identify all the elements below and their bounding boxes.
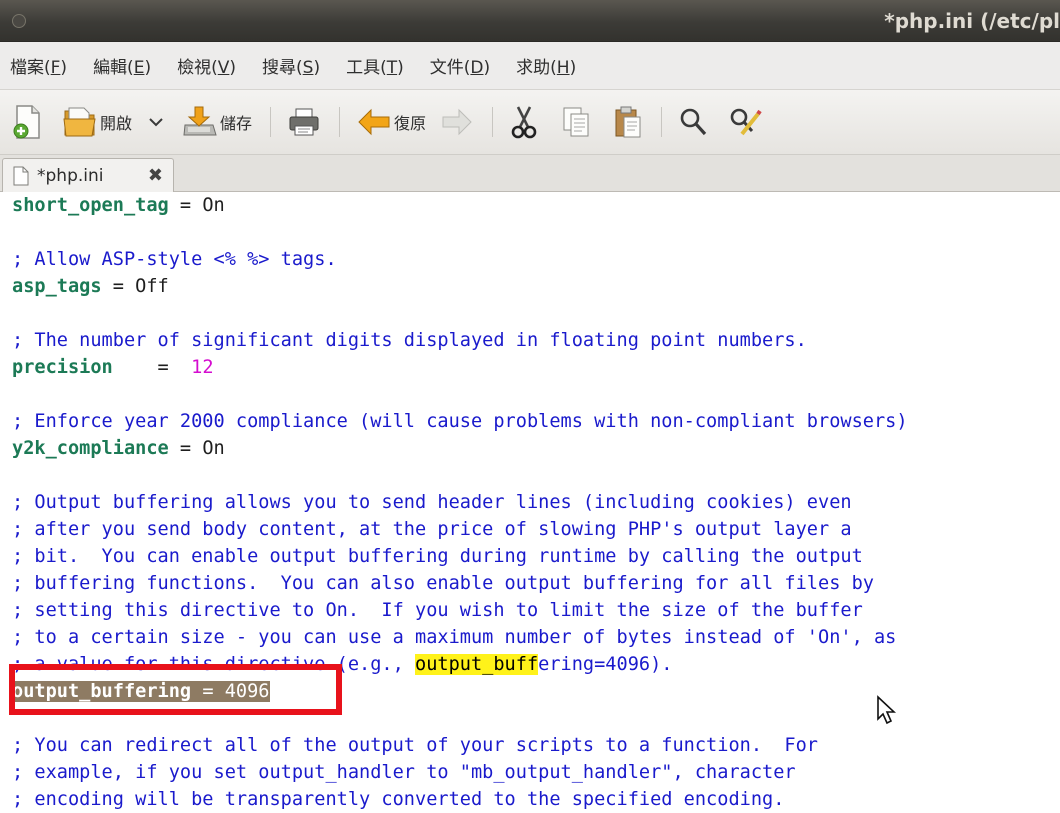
document-tabbar: *php.ini ✖ [0, 155, 1060, 192]
mouse-pointer-icon [877, 695, 897, 725]
scissors-icon [511, 106, 537, 139]
comment-text: ; Allow ASP-style <% %> tags. [12, 249, 337, 270]
code-line: ; Output buffering allows you to send he… [12, 489, 1060, 516]
comment-text: ; You can redirect all of the output of … [12, 735, 818, 756]
comment-text: ; to a certain size - you can use a maxi… [12, 627, 897, 648]
comment-text: ; encoding will be transparently convert… [12, 789, 785, 810]
comment-text: ; setting this directive to On. If you w… [12, 600, 863, 621]
config-value: = Off [101, 276, 169, 297]
paste-button[interactable] [613, 100, 643, 144]
menu-item-t[interactable]: 工具(T) [346, 53, 404, 78]
text-editor[interactable]: short_open_tag = On ; Allow ASP-style <% … [0, 192, 1060, 813]
code-line: ; after you send body content, at the pr… [12, 516, 1060, 543]
code-line: ; encoding will be transparently convert… [12, 786, 1060, 813]
open-dropdown-button[interactable] [146, 100, 166, 144]
comment-text: ; buffering functions. You can also enab… [12, 573, 874, 594]
copy-icon [563, 107, 589, 137]
code-line: asp_tags = Off [12, 273, 1060, 300]
undo-button[interactable]: 復原 [356, 100, 426, 144]
print-button[interactable] [287, 100, 321, 144]
menu-item-e[interactable]: 編輯(E) [93, 53, 151, 78]
code-line: ; to a certain size - you can use a maxi… [12, 624, 1060, 651]
paste-clipboard-icon [615, 106, 641, 138]
window-title: *php.ini (/etc/pl [884, 9, 1060, 33]
code-line: ; Enforce year 2000 compliance (will cau… [12, 408, 1060, 435]
search-icon [680, 108, 707, 136]
save-button[interactable]: 儲存 [182, 100, 252, 144]
tab-close-icon[interactable]: ✖ [148, 165, 163, 186]
tab-label: *php.ini [37, 165, 104, 186]
undo-arrow-icon [358, 108, 390, 136]
menu-item-v[interactable]: 檢視(V) [177, 53, 236, 78]
toolbar-separator [492, 107, 494, 137]
comment-text: ; example, if you set output_handler to … [12, 762, 796, 783]
window-close-button[interactable] [12, 14, 26, 28]
redo-arrow-icon [442, 108, 472, 136]
code-line: ; buffering functions. You can also enab… [12, 570, 1060, 597]
config-value: = On [168, 438, 225, 459]
comment-text: ; The number of significant digits displ… [12, 330, 807, 351]
tab-php-ini[interactable]: *php.ini ✖ [2, 158, 174, 192]
open-folder-icon [63, 107, 96, 137]
chevron-down-icon [149, 118, 163, 127]
menu-item-h[interactable]: 求助(H) [516, 53, 576, 78]
toolbar-separator [661, 107, 663, 137]
toolbar-separator [270, 107, 272, 137]
window-titlebar: *php.ini (/etc/pl [0, 0, 1060, 42]
comment-text: ering=4096). [538, 654, 673, 675]
config-key: precision [12, 357, 113, 378]
new-button[interactable] [12, 100, 44, 144]
comment-text: ; after you send body content, at the pr… [12, 519, 852, 540]
menubar: 檔案(F) 編輯(E) 檢視(V) 搜尋(S) 工具(T) 文件(D) 求助(H) [0, 42, 1060, 90]
menu-item-d[interactable]: 文件(D) [430, 53, 490, 78]
replace-button[interactable] [728, 100, 762, 144]
code-line: short_open_tag = On [12, 192, 1060, 219]
code-line: ; setting this directive to On. If you w… [12, 597, 1060, 624]
config-key: short_open_tag [12, 195, 169, 216]
code-line: y2k_compliance = On [12, 435, 1060, 462]
number-value: 12 [191, 357, 214, 378]
comment-text: ; Enforce year 2000 compliance (will cau… [12, 411, 908, 432]
highlight-box [9, 664, 342, 715]
copy-button[interactable] [561, 100, 591, 144]
open-label: 開啟 [100, 114, 133, 133]
code-line: ; bit. You can enable output buffering d… [12, 543, 1060, 570]
config-value: = On [168, 195, 225, 216]
code-line: ; example, if you set output_handler to … [12, 759, 1060, 786]
cut-button[interactable] [509, 100, 539, 144]
undo-label: 復原 [394, 114, 427, 133]
find-replace-icon [730, 108, 762, 136]
code-line: precision = 12 [12, 354, 1060, 381]
code-line: ; The number of significant digits displ… [12, 327, 1060, 354]
menu-item-f[interactable]: 檔案(F) [10, 53, 67, 78]
code-line: ; Allow ASP-style <% %> tags. [12, 246, 1060, 273]
search-match-highlight: output_buff [415, 654, 539, 675]
config-key: y2k_compliance [12, 438, 169, 459]
code-line: ; You can redirect all of the output of … [12, 732, 1060, 759]
config-value: = [112, 357, 192, 378]
new-document-icon [13, 105, 40, 139]
menu-item-s[interactable]: 搜尋(S) [262, 53, 320, 78]
comment-text: ; bit. You can enable output buffering d… [12, 546, 863, 567]
save-label: 儲存 [220, 114, 253, 133]
save-icon [183, 106, 217, 136]
comment-text: ; Output buffering allows you to send he… [12, 492, 852, 513]
config-key: asp_tags [12, 276, 102, 297]
open-button[interactable]: 開啟 [62, 100, 132, 144]
print-icon [289, 108, 319, 136]
find-button[interactable] [678, 100, 708, 144]
document-icon [13, 166, 29, 185]
toolbar-separator [339, 107, 341, 137]
redo-button[interactable] [440, 100, 474, 144]
toolbar: 開啟 儲存 復原 [0, 90, 1060, 155]
